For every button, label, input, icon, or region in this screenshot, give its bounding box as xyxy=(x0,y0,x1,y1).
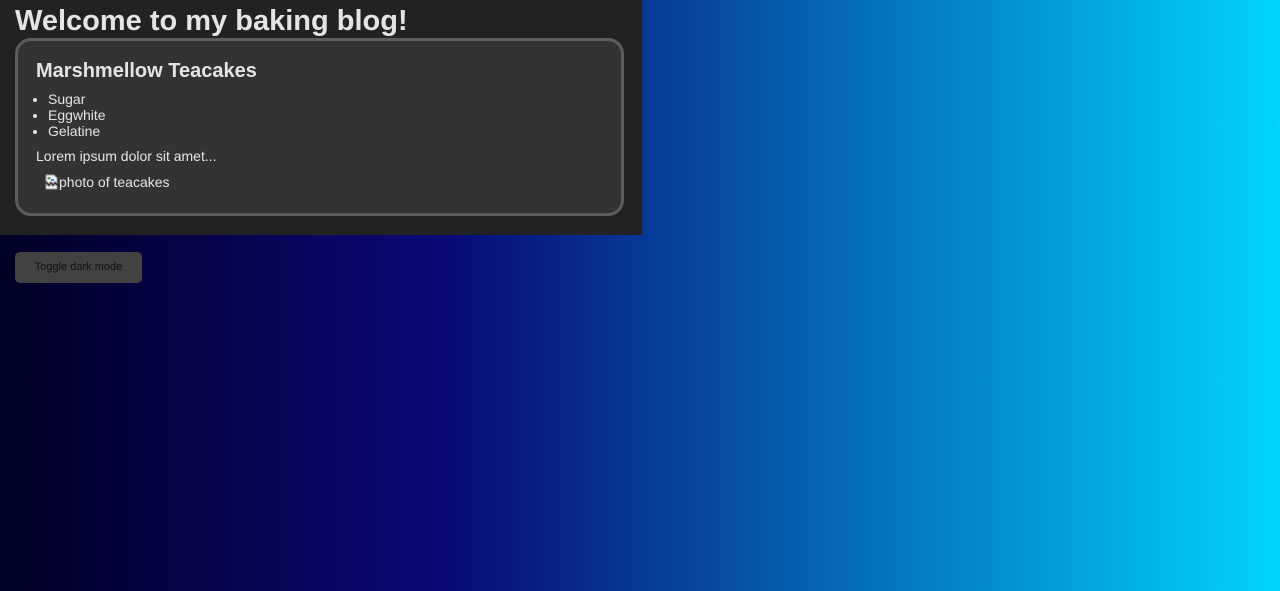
broken-image-icon xyxy=(45,174,59,190)
recipe-title: Marshmellow Teacakes xyxy=(36,60,257,82)
page-title: Welcome to my baking blog! xyxy=(15,5,408,37)
photo-alt-text: photo of teacakes xyxy=(59,174,170,190)
ingredient-item: Eggwhite xyxy=(48,107,106,123)
ingredient-item: Sugar xyxy=(48,91,106,107)
ingredient-item: Gelatine xyxy=(48,123,106,139)
recipe-photo: photo of teacakes xyxy=(45,174,170,190)
recipe-description: Lorem ipsum dolor sit amet... xyxy=(36,148,217,164)
blog-panel: Welcome to my baking blog! Marshmellow T… xyxy=(0,0,642,235)
recipe-card: Marshmellow Teacakes Sugar Eggwhite Gela… xyxy=(15,38,624,216)
ingredient-list: Sugar Eggwhite Gelatine xyxy=(30,91,106,139)
toggle-dark-mode-button[interactable]: Toggle dark mode xyxy=(15,252,142,283)
